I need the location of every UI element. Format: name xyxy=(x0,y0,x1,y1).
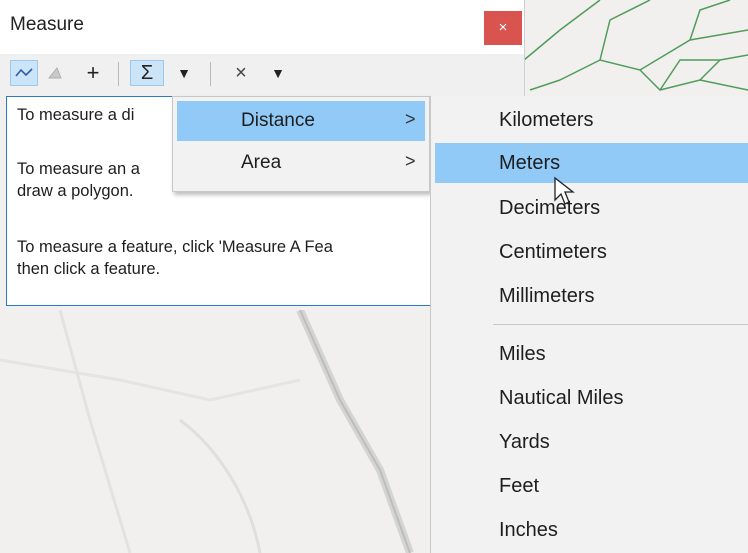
measure-feature-button[interactable]: + xyxy=(80,60,106,86)
menu-item-kilometers[interactable]: Kilometers xyxy=(435,100,748,140)
toolbar: + Σ ▼ × ▼ xyxy=(0,54,524,94)
menu-item-label: Area xyxy=(241,152,282,173)
sigma-icon: Σ xyxy=(140,61,154,84)
menu-item-label: Distance xyxy=(241,110,315,131)
clear-button[interactable]: × xyxy=(228,60,254,86)
menu-item-miles[interactable]: Miles xyxy=(435,334,748,374)
chevron-down-icon: ▼ xyxy=(177,65,191,81)
plus-icon: + xyxy=(86,60,100,85)
menu-item-distance[interactable]: Distance > xyxy=(177,101,425,141)
menu-item-meters[interactable]: Meters xyxy=(435,143,748,183)
menu-item-label: Centimeters xyxy=(499,241,607,263)
help-line: To measure a di xyxy=(17,106,135,124)
menu-item-millimeters[interactable]: Millimeters xyxy=(435,276,748,316)
clear-icon: × xyxy=(235,61,247,84)
submenu-arrow-icon: > xyxy=(405,151,416,171)
measure-area-button[interactable] xyxy=(42,60,68,86)
window-title: Measure xyxy=(10,14,84,35)
menu-item-label: Yards xyxy=(499,431,550,453)
menu-item-label: Inches xyxy=(499,519,558,541)
chevron-down-icon: ▼ xyxy=(271,65,285,81)
toolbar-separator xyxy=(118,62,119,86)
menu-item-label: Feet xyxy=(499,475,540,497)
toolbar-separator xyxy=(210,62,211,86)
menu-item-inches[interactable]: Inches xyxy=(435,510,748,550)
menu-item-label: Millimeters xyxy=(499,285,595,307)
menu-separator xyxy=(493,324,748,325)
menu-item-label: Miles xyxy=(499,343,546,365)
menu-item-decimeters[interactable]: Decimeters xyxy=(435,188,748,228)
menu-item-yards[interactable]: Yards xyxy=(435,422,748,462)
help-line: then click a feature. xyxy=(17,260,161,278)
help-line: draw a polygon. xyxy=(17,182,134,200)
menu-item-label: Meters xyxy=(499,152,561,174)
menu-item-nautical-miles[interactable]: Nautical Miles xyxy=(435,378,748,418)
units-dropdown-button[interactable]: ▼ xyxy=(172,60,196,86)
sum-button[interactable]: Σ xyxy=(130,60,164,86)
menu-item-centimeters[interactable]: Centimeters xyxy=(435,232,748,272)
close-button[interactable]: × xyxy=(484,11,522,45)
clear-dropdown-button[interactable]: ▼ xyxy=(266,60,290,86)
help-line: To measure a feature, click 'Measure A F… xyxy=(17,238,333,256)
mouse-cursor-icon xyxy=(554,176,575,205)
distance-units-submenu: Kilometers Meters Decimeters Centimeters… xyxy=(430,96,748,553)
menu-item-label: Decimeters xyxy=(499,197,601,219)
submenu-arrow-icon: > xyxy=(405,109,416,129)
menu-item-area[interactable]: Area > xyxy=(177,143,425,183)
help-line: To measure an a xyxy=(17,160,140,178)
menu-item-label: Nautical Miles xyxy=(499,387,624,409)
close-icon: × xyxy=(498,19,508,36)
polygon-icon xyxy=(47,67,62,79)
menu-item-label: Kilometers xyxy=(499,109,594,131)
line-icon xyxy=(15,68,33,77)
measure-line-button[interactable] xyxy=(10,60,38,86)
measure-type-menu: Distance > Area > xyxy=(172,96,430,192)
menu-item-feet[interactable]: Feet xyxy=(435,466,748,506)
title-bar: Measure × xyxy=(0,0,524,54)
